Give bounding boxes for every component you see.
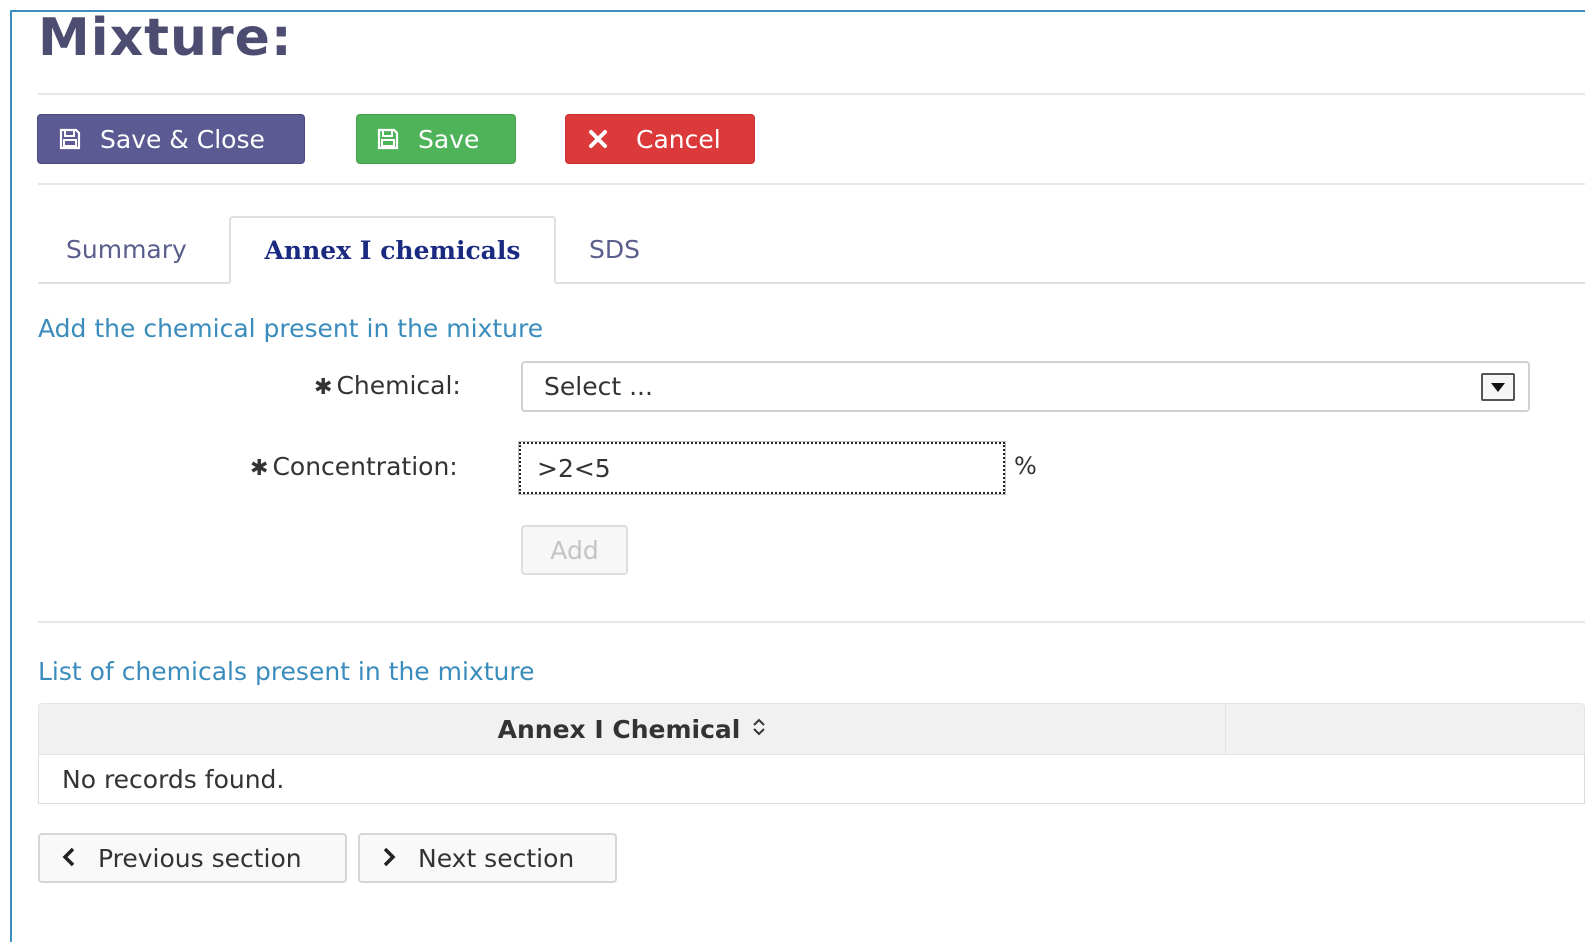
concentration-label: ✱ Concentration:: [250, 452, 458, 481]
tab-annex-i-chemicals[interactable]: Annex I chemicals: [229, 216, 556, 284]
sort-updown-icon: [752, 717, 766, 742]
chevron-left-icon: [62, 844, 76, 873]
add-section-title: Add the chemical present in the mixture: [38, 314, 544, 343]
chemical-select-value: Select ...: [544, 372, 653, 401]
column-header-label: Annex I Chemical: [497, 714, 741, 744]
save-button[interactable]: Save: [356, 114, 516, 164]
divider: [38, 621, 1585, 623]
cancel-button[interactable]: Cancel: [565, 114, 755, 164]
chemical-select[interactable]: Select ...: [521, 361, 1530, 412]
previous-section-button[interactable]: Previous section: [38, 833, 347, 883]
chemical-label: ✱ Chemical:: [314, 371, 461, 400]
required-asterisk-icon: ✱: [314, 375, 333, 400]
table-header: Annex I Chemical: [38, 703, 1585, 755]
save-close-label: Save & Close: [100, 124, 265, 154]
concentration-label-text: Concentration:: [272, 452, 458, 481]
table-row: No records found.: [38, 755, 1585, 804]
column-header-annex-i-chemical[interactable]: Annex I Chemical: [39, 704, 1226, 754]
tab-sds[interactable]: SDS: [589, 216, 640, 282]
chevron-right-icon: [382, 844, 396, 873]
chemicals-table: Annex I Chemical No records found.: [38, 703, 1585, 804]
floppy-disk-icon: [376, 127, 400, 151]
list-section-title: List of chemicals present in the mixture: [38, 657, 535, 686]
chemical-label-text: Chemical:: [336, 371, 461, 400]
save-close-button[interactable]: Save & Close: [37, 114, 305, 164]
dropdown-arrow-icon[interactable]: [1481, 373, 1515, 401]
divider: [38, 183, 1585, 185]
required-asterisk-icon: ✱: [250, 456, 269, 481]
add-button[interactable]: Add: [521, 525, 628, 575]
floppy-disk-icon: [58, 127, 82, 151]
next-section-button[interactable]: Next section: [358, 833, 617, 883]
previous-section-label: Previous section: [98, 843, 302, 873]
page-title: Mixture:: [38, 8, 293, 68]
divider: [38, 93, 1585, 95]
x-icon: [588, 129, 608, 149]
concentration-input[interactable]: [518, 441, 1006, 495]
tab-bar: Summary Annex I chemicals SDS: [38, 216, 1585, 284]
empty-message: No records found.: [62, 764, 285, 794]
cancel-label: Cancel: [636, 124, 721, 154]
tab-summary[interactable]: Summary: [66, 216, 187, 282]
next-section-label: Next section: [418, 843, 575, 873]
save-label: Save: [418, 124, 480, 154]
percent-unit: %: [1014, 452, 1037, 480]
